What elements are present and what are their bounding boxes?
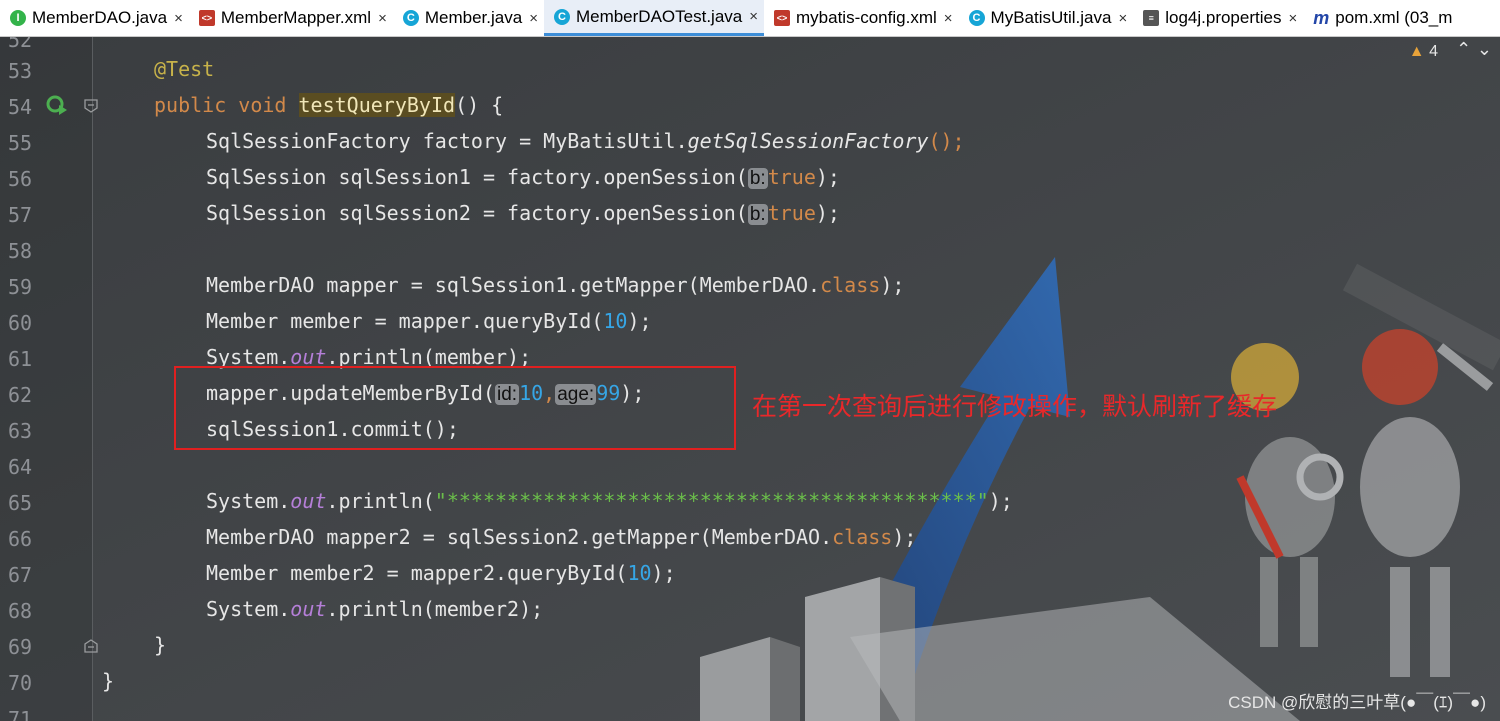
line-number: 53 <box>8 59 33 83</box>
line-number: 67 <box>8 563 33 587</box>
tab-member-java[interactable]: C Member.java × <box>393 0 544 36</box>
code-text: SqlSessionFactory factory = MyBatisUtil.… <box>206 129 965 153</box>
line-number: 66 <box>8 527 33 551</box>
code-text: Member member = mapper.queryById(10); <box>206 309 652 333</box>
code-editor[interactable]: ▲ 4 ⌃ ⌄ 52 53 @Test 54 public void testQ… <box>0 37 1500 721</box>
line-number: 59 <box>8 275 33 299</box>
code-text: SqlSession sqlSession1 = factory.openSes… <box>206 165 840 189</box>
close-icon[interactable]: × <box>944 10 953 27</box>
code-line: 65 System.out.println("*****************… <box>0 484 1500 520</box>
parameter-hint: b: <box>747 168 768 189</box>
code-line: 59 MemberDAO mapper = sqlSession1.getMap… <box>0 268 1500 304</box>
line-number: 64 <box>8 455 33 479</box>
line-number: 56 <box>8 167 33 191</box>
code-text: } <box>154 633 167 657</box>
tab-label: Member.java <box>424 8 523 27</box>
highlight-box <box>174 366 736 450</box>
code-line: 66 MemberDAO mapper2 = sqlSession2.getMa… <box>0 520 1500 556</box>
editor-tab-bar: I MemberDAO.java × <> MemberMapper.xml ×… <box>0 0 1500 37</box>
code-text: SqlSession sqlSession2 = factory.openSes… <box>206 201 840 225</box>
code-line: 60 Member member = mapper.queryById(10); <box>0 304 1500 340</box>
run-test-icon[interactable] <box>46 94 68 116</box>
xml-file-icon: <> <box>198 10 215 26</box>
xml-file-icon: <> <box>774 10 790 26</box>
annotation-note: 在第一次查询后进行修改操作，默认刷新了缓存 <box>752 393 1278 421</box>
code-line: 56 SqlSession sqlSession1 = factory.open… <box>0 160 1500 196</box>
tab-label: MyBatisUtil.java <box>990 8 1112 27</box>
close-icon[interactable]: × <box>378 10 387 27</box>
tab-label: log4j.properties <box>1165 8 1282 27</box>
code-line: 57 SqlSession sqlSession2 = factory.open… <box>0 196 1500 232</box>
class-icon: C <box>968 10 985 26</box>
code-text: MemberDAO mapper2 = sqlSession2.getMappe… <box>206 525 917 549</box>
line-number: 69 <box>8 635 33 659</box>
code-line: 58 <box>0 232 1500 268</box>
tab-label: MemberMapper.xml <box>220 8 372 27</box>
class-icon: C <box>553 8 570 25</box>
line-number: 62 <box>8 383 33 407</box>
close-icon[interactable]: × <box>1118 10 1127 27</box>
code-line: 53 @Test <box>0 52 1500 88</box>
code-line: 67 Member member2 = mapper2.queryById(10… <box>0 556 1500 592</box>
tab-mybatisutil-java[interactable]: C MyBatisUtil.java × <box>959 0 1134 36</box>
line-number: 68 <box>8 599 33 623</box>
tab-pom-xml[interactable]: m pom.xml (03_m <box>1303 0 1458 36</box>
interface-icon: I <box>10 10 26 26</box>
tab-label: MemberDAOTest.java <box>575 6 743 26</box>
tab-membermapper-xml[interactable]: <> MemberMapper.xml × <box>189 0 393 36</box>
code-text: System.out.println(member2); <box>206 597 544 621</box>
code-text: MemberDAO mapper = sqlSession1.getMapper… <box>206 273 905 297</box>
tab-label: MemberDAO.java <box>32 8 168 27</box>
tab-label: pom.xml (03_m <box>1335 8 1453 27</box>
code-line: 69 } <box>0 628 1500 664</box>
parameter-hint: b: <box>747 204 768 225</box>
close-icon[interactable]: × <box>749 8 758 25</box>
close-icon[interactable]: × <box>174 10 183 27</box>
code-text: } <box>102 669 115 693</box>
line-number: 55 <box>8 131 33 155</box>
tab-memberdao-java[interactable]: I MemberDAO.java × <box>0 0 189 36</box>
code-text: public void testQueryById() { <box>154 93 504 117</box>
fold-icon[interactable] <box>84 99 98 113</box>
tab-mybatis-config-xml[interactable]: <> mybatis-config.xml × <box>764 0 959 36</box>
code-text: @Test <box>154 57 215 81</box>
close-icon[interactable]: × <box>529 10 538 27</box>
code-text: Member member2 = mapper2.queryById(10); <box>206 561 676 585</box>
tab-memberdaotest-java[interactable]: C MemberDAOTest.java × <box>543 0 764 36</box>
class-icon: C <box>402 10 419 26</box>
code-text: System.out.println("********************… <box>206 489 1013 513</box>
code-line: 54 public void testQueryById() { <box>0 88 1500 124</box>
maven-icon: m <box>1313 7 1330 28</box>
line-number: 54 <box>8 95 33 119</box>
close-icon[interactable]: × <box>1288 10 1297 27</box>
line-number: 52 <box>8 37 33 52</box>
tab-log4j-properties[interactable]: ≡ log4j.properties × <box>1133 0 1303 36</box>
code-line: 68 System.out.println(member2); <box>0 592 1500 628</box>
line-number: 60 <box>8 311 33 335</box>
ide-window: I MemberDAO.java × <> MemberMapper.xml ×… <box>0 0 1500 721</box>
line-number: 71 <box>8 707 33 721</box>
line-number: 58 <box>8 239 33 263</box>
line-number: 70 <box>8 671 33 695</box>
properties-file-icon: ≡ <box>1143 10 1160 26</box>
line-number: 57 <box>8 203 33 227</box>
watermark: CSDN @欣慰的三叶草(●￣(ｴ)￣●) <box>1228 693 1486 712</box>
code-line: 64 <box>0 448 1500 484</box>
code-line: 55 SqlSessionFactory factory = MyBatisUt… <box>0 124 1500 160</box>
tab-label: mybatis-config.xml <box>796 8 937 27</box>
fold-icon[interactable] <box>84 639 98 653</box>
line-number: 63 <box>8 419 33 443</box>
line-number: 65 <box>8 491 33 515</box>
line-number: 61 <box>8 347 33 371</box>
